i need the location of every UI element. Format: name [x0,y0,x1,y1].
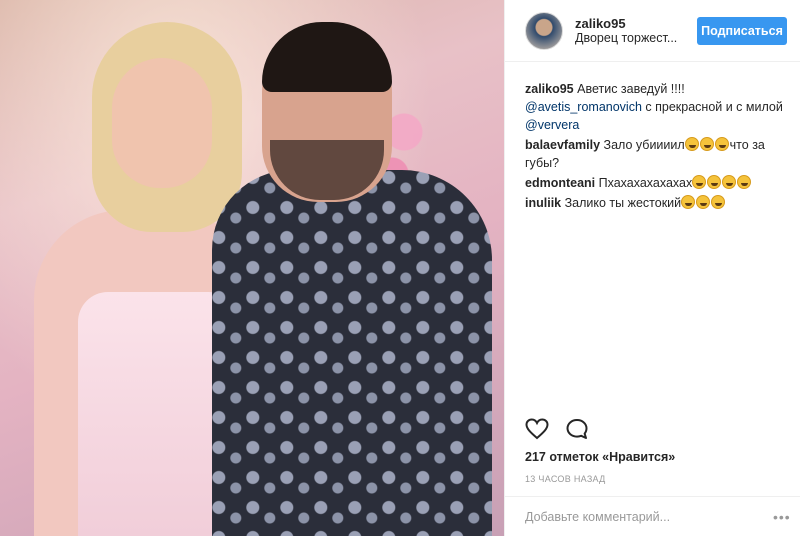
header-text: zaliko95 Дворец торжест... [575,16,695,45]
post-timestamp[interactable]: 13 часов назад [525,474,606,484]
follow-button[interactable]: Подписаться [697,17,787,45]
heart-icon [525,418,549,440]
comments-list: zaliko95 Аветис заведуй !!!! @avetis_rom… [525,80,789,214]
laughing-emoji-icon [722,175,737,189]
likes-count[interactable]: 217 отметок «Нравится» [525,450,675,464]
photo-person-right-shirt [212,170,492,536]
comment-username[interactable]: edmonteani [525,176,595,190]
laughing-emoji-icon [711,195,726,209]
header-location[interactable]: Дворец торжест... [575,31,695,45]
caption-mention-2[interactable]: @ververa [525,118,579,132]
laughing-emoji-icon [692,175,707,189]
add-comment-bar: ••• [505,496,800,536]
avatar[interactable] [525,11,563,50]
like-button[interactable] [525,418,553,444]
caption-text-1: Аветис заведуй !!!! [577,82,685,96]
comment-text: Пхахахахахахах [598,176,693,190]
laughing-emoji-icon [696,195,711,209]
comment-username[interactable]: balaevfamily [525,138,600,152]
post-side-panel: zaliko95 Дворец торжест... Подписаться z… [504,0,800,536]
post-actions [525,418,785,444]
comment-username[interactable]: inuliik [525,196,561,210]
instagram-post: zaliko95 Дворец торжест... Подписаться z… [0,0,800,536]
laughing-emoji-icon [684,137,699,151]
caption-mention-1[interactable]: @avetis_romanovich [525,100,642,114]
comment-icon [566,419,588,439]
comment-button[interactable] [565,418,593,444]
more-options-icon[interactable]: ••• [773,509,790,525]
caption: zaliko95 Аветис заведуй !!!! @avetis_rom… [525,80,789,134]
laughing-emoji-icon [707,175,722,189]
comment-text: Зало убиииил [603,138,685,152]
comment-text: Залико ты жестокий [564,196,682,210]
comment-item: edmonteani Пхахахахахахах [525,174,789,192]
laughing-emoji-icon [714,137,729,151]
comment-item: inuliik Залико ты жестокий [525,194,789,212]
laughing-emoji-icon [681,195,696,209]
caption-username[interactable]: zaliko95 [525,82,574,96]
add-comment-input[interactable] [525,509,773,524]
post-header: zaliko95 Дворец торжест... Подписаться [505,0,800,62]
post-photo[interactable] [0,0,504,536]
comment-item: balaevfamily Зало убиииил что за губы? [525,136,789,172]
photo-person-left-face [112,58,212,188]
laughing-emoji-icon [737,175,752,189]
laughing-emoji-icon [699,137,714,151]
caption-text-2: с прекрасной и с милой [641,100,783,114]
header-username[interactable]: zaliko95 [575,16,695,31]
